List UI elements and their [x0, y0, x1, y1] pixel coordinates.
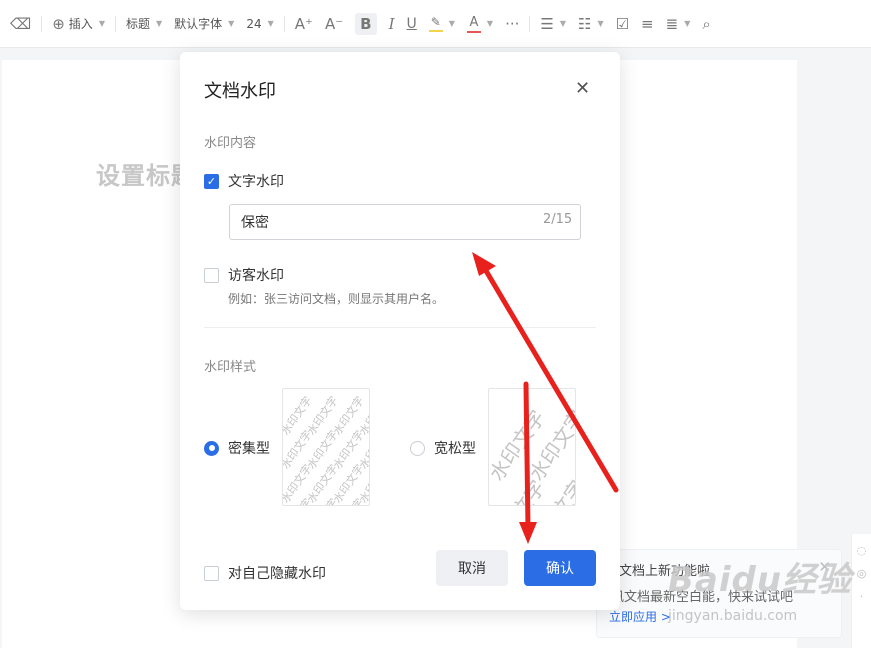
chevron-down-icon: ▼: [267, 19, 274, 28]
hide-self-option[interactable]: 对自己隐藏水印: [204, 563, 326, 583]
baidu-watermark-url: jingyan.baidu.com: [668, 608, 798, 624]
pin-icon[interactable]: ◎: [852, 567, 871, 580]
text-watermark-checkbox[interactable]: ✓: [204, 173, 219, 189]
watermark-dialog: 文档水印 ✕ 水印内容 ✓ 文字水印 2/15 访客水印 例如：张三访问文档，则…: [180, 52, 620, 610]
chevron-down-icon: ▼: [597, 19, 604, 28]
toolbar-divider: [283, 15, 285, 32]
right-side-strip: ◌ ◎ ·: [851, 534, 871, 648]
loose-style-label: 宽松型: [434, 441, 476, 457]
more-button[interactable]: ···: [499, 0, 525, 48]
font-shrink-button[interactable]: A⁻: [319, 0, 349, 48]
check-icon: ✓: [206, 174, 217, 188]
numbered-list-button[interactable]: ☷ ▼: [572, 0, 610, 48]
dense-style-option[interactable]: 密集型: [204, 438, 270, 458]
close-icon[interactable]: ✕: [575, 78, 590, 99]
insert-label: 插入: [68, 17, 93, 31]
confirm-button[interactable]: 确认: [524, 550, 596, 586]
section-divider: [204, 327, 596, 328]
toolbar-divider: [41, 15, 43, 32]
watermark-text-input[interactable]: [229, 204, 581, 240]
indent-icon: ≡: [641, 14, 654, 33]
font-grow-icon: A⁺: [294, 14, 313, 33]
checklist-button[interactable]: ☑: [610, 0, 635, 48]
chevron-down-icon: ▼: [448, 19, 455, 28]
heading-label: 标题: [125, 17, 150, 31]
underline-icon: U: [406, 15, 417, 32]
toolbar-divider: [114, 15, 116, 32]
chat-icon[interactable]: ◌: [852, 544, 871, 557]
text-color-icon: A: [466, 15, 481, 33]
plus-circle-icon: ⊕: [52, 14, 65, 33]
bold-icon: B: [355, 12, 377, 35]
dialog-title: 文档水印: [204, 81, 276, 102]
bullet-list-button[interactable]: ☰ ▼: [534, 0, 572, 48]
highlight-button[interactable]: ✎ ▼: [423, 0, 461, 48]
toolbar-divider: [529, 15, 531, 32]
chevron-down-icon: ▼: [684, 19, 691, 28]
search-button[interactable]: ⌕: [696, 0, 716, 48]
more-icon: ···: [505, 14, 520, 33]
text-color-button[interactable]: A ▼: [461, 0, 499, 48]
dense-style-preview[interactable]: 水印文字 水印文字 水印文字 水印文字 水印文字 水印文字 水印文字 水印文字 水印文字 水印文字…: [282, 388, 370, 506]
italic-icon: I: [388, 14, 395, 33]
visitor-watermark-option[interactable]: 访客水印: [204, 265, 284, 285]
text-watermark-option[interactable]: ✓ 文字水印: [204, 171, 284, 191]
chevron-down-icon: ▼: [559, 19, 566, 28]
hide-self-label: 对自己隐藏水印: [228, 566, 326, 582]
chevron-down-icon: ▼: [486, 19, 494, 28]
baidu-watermark-logo: Baidu经验: [668, 560, 853, 600]
loose-style-option[interactable]: 宽松型: [410, 438, 476, 458]
font-grow-button[interactable]: A⁺: [289, 0, 319, 48]
chevron-down-icon: ▼: [98, 19, 105, 28]
notification-action-link[interactable]: 立即应用 >: [609, 608, 671, 625]
visitor-watermark-checkbox[interactable]: [204, 267, 219, 283]
chevron-down-icon: ▼: [155, 19, 163, 28]
eraser-button[interactable]: ⌫: [4, 0, 37, 48]
bullet-list-icon: ☰: [540, 14, 554, 33]
text-watermark-label: 文字水印: [228, 174, 284, 190]
underline-button[interactable]: U: [401, 0, 423, 48]
checklist-icon: ☑: [615, 14, 630, 33]
more-vertical-icon[interactable]: ·: [852, 590, 871, 603]
indent-button[interactable]: ≡: [635, 0, 660, 48]
loose-style-preview[interactable]: 水印文字水印文字水印文字水印文字: [488, 388, 576, 506]
font-label: 默认字体: [174, 17, 223, 31]
style-section-label: 水印样式: [204, 360, 257, 375]
font-size-label: 24: [246, 16, 262, 31]
char-count: 2/15: [543, 212, 573, 227]
chevron-down-icon: ▼: [228, 19, 235, 28]
search-icon: ⌕: [702, 14, 711, 33]
align-button[interactable]: ≣ ▼: [660, 0, 697, 48]
heading-select[interactable]: 标题 ▼: [120, 0, 168, 48]
italic-button[interactable]: I: [383, 0, 401, 48]
numbered-list-icon: ☷: [577, 14, 592, 33]
dense-style-radio[interactable]: [204, 440, 219, 456]
loose-style-radio[interactable]: [410, 440, 425, 456]
align-icon: ≣: [665, 14, 679, 33]
editor-toolbar: ⌫ ⊕ 插入 ▼ 标题 ▼ 默认字体 ▼ 24 ▼ A⁺ A⁻ B I U ✎ …: [0, 0, 871, 48]
font-size-select[interactable]: 24 ▼: [240, 0, 279, 48]
visitor-watermark-hint: 例如：张三访问文档，则显示其用户名。: [228, 292, 445, 306]
font-shrink-icon: A⁻: [324, 14, 344, 33]
cancel-button[interactable]: 取消: [436, 550, 508, 586]
visitor-watermark-label: 访客水印: [228, 268, 284, 284]
font-select[interactable]: 默认字体 ▼: [168, 0, 240, 48]
bold-button[interactable]: B: [349, 0, 382, 48]
eraser-icon: ⌫: [10, 14, 32, 33]
highlighter-icon: ✎: [428, 15, 443, 32]
dense-style-label: 密集型: [228, 441, 270, 457]
content-section-label: 水印内容: [204, 136, 257, 151]
insert-button[interactable]: ⊕ 插入 ▼: [46, 0, 111, 48]
hide-self-checkbox[interactable]: [204, 565, 219, 581]
